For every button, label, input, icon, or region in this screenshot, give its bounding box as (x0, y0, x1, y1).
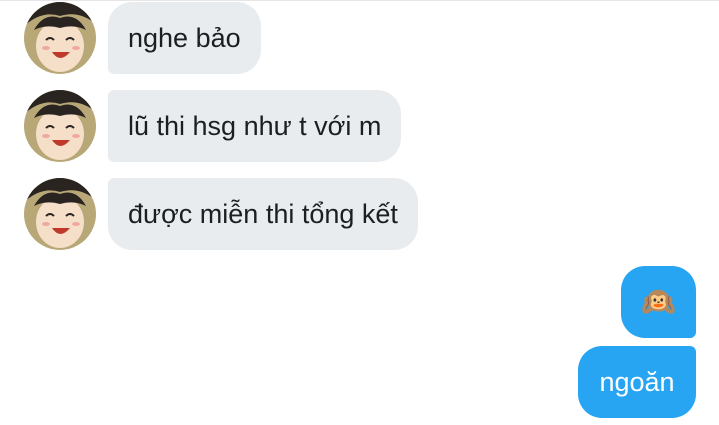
message-text: ngoăn (599, 366, 675, 397)
message-text: lũ thi hsg như t với m (128, 110, 382, 141)
top-divider (0, 0, 719, 1)
hear-no-evil-monkey-emoji-icon: 🙉 (641, 286, 676, 317)
anime-character-avatar-icon (24, 2, 96, 74)
incoming-message-bubble[interactable]: lũ thi hsg như t với m (108, 90, 402, 162)
anime-character-avatar-icon (24, 178, 96, 250)
outgoing-message-bubble[interactable]: 🙉 (621, 266, 696, 338)
message-text: được miễn thi tổng kết (128, 198, 398, 229)
incoming-message-bubble[interactable]: được miễn thi tổng kết (108, 178, 418, 250)
sender-avatar[interactable] (24, 178, 96, 250)
anime-character-avatar-icon (24, 90, 96, 162)
sender-avatar[interactable] (24, 2, 96, 74)
message-text: nghe bảo (128, 22, 241, 53)
incoming-message-bubble[interactable]: nghe bảo (108, 2, 261, 74)
outgoing-message-bubble[interactable]: ngoăn (578, 346, 696, 418)
sender-avatar[interactable] (24, 90, 96, 162)
